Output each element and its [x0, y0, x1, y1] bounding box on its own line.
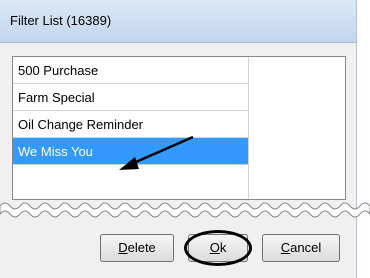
cancel-button[interactable]: Cancel — [262, 234, 340, 262]
list-item[interactable]: Farm Special — [13, 84, 248, 111]
title-bar[interactable]: Filter List (16389) — [0, 0, 356, 43]
window-title: Filter List (16389) — [10, 13, 112, 28]
list-item-label: 500 Purchase — [18, 63, 99, 78]
delete-mnemonic: D — [118, 240, 128, 255]
delete-button[interactable]: Delete — [100, 234, 174, 262]
list-item[interactable]: Oil Change Reminder — [13, 111, 248, 138]
list-column: 500 Purchase Farm Special Oil Change Rem… — [13, 57, 249, 199]
annotation-ring — [184, 230, 252, 266]
cancel-mnemonic: C — [280, 240, 291, 255]
filter-list-dialog: Filter List (16389) 500 Purchase Farm Sp… — [0, 0, 370, 278]
delete-label-rest: elete — [127, 240, 156, 255]
torn-edge-divider — [0, 202, 370, 218]
cancel-label-rest: ancel — [290, 240, 322, 255]
list-item[interactable]: 500 Purchase — [13, 57, 248, 84]
list-item-label: We Miss You — [18, 144, 93, 159]
filter-listbox[interactable]: 500 Purchase Farm Special Oil Change Rem… — [12, 56, 346, 200]
annotation-arrow-icon — [119, 135, 194, 170]
list-item-label: Farm Special — [18, 90, 95, 105]
list-item-label: Oil Change Reminder — [18, 117, 144, 132]
